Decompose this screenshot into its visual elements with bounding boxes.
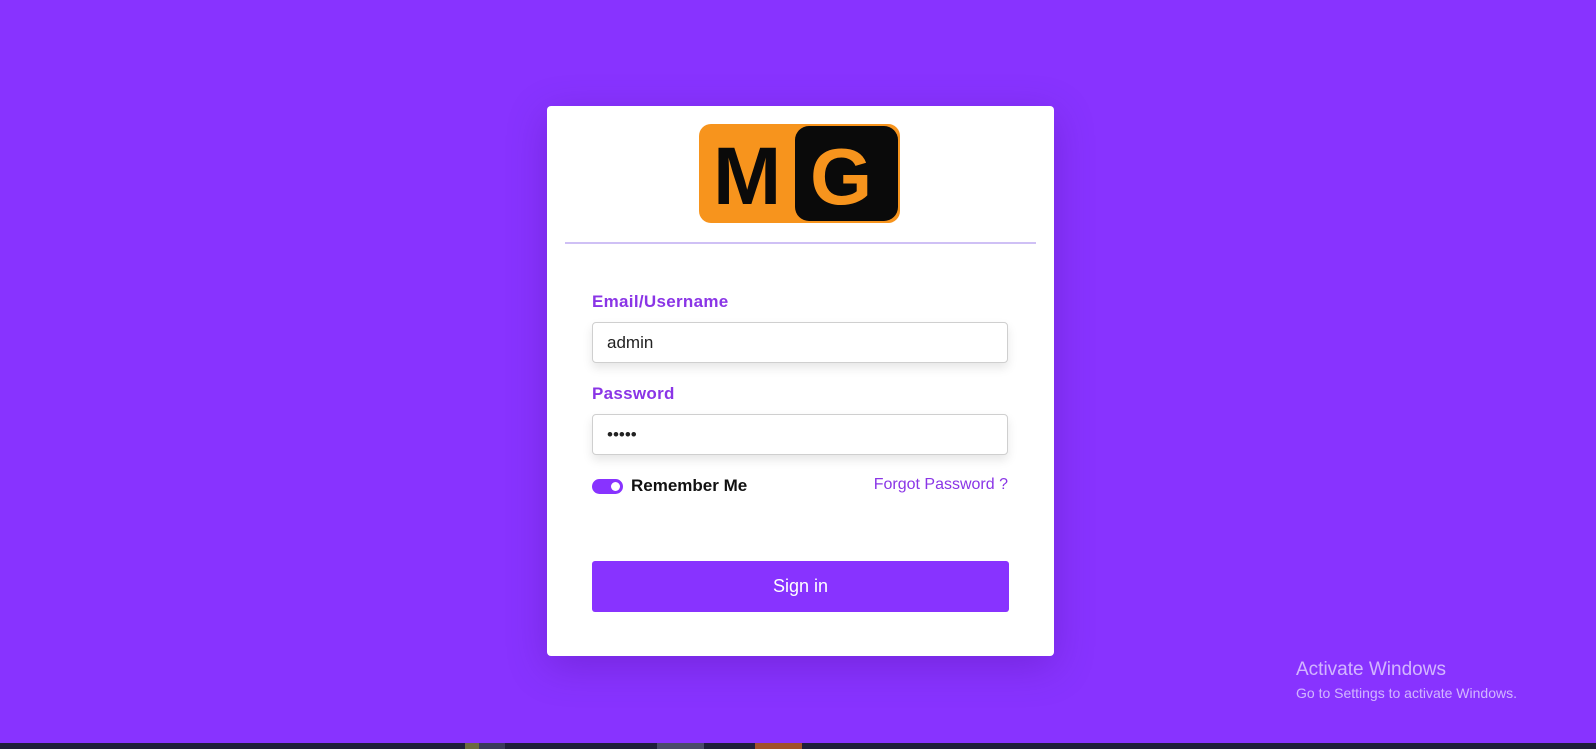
header-divider [565, 242, 1036, 244]
svg-text:G: G [810, 132, 872, 221]
forgot-password-link[interactable]: Forgot Password ? [874, 476, 1008, 494]
email-field[interactable] [592, 322, 1008, 363]
password-label: Password [592, 384, 675, 403]
taskbar [0, 743, 1596, 749]
remember-me-row[interactable]: Remember Me [592, 476, 747, 496]
login-card: M G Email/Username Password Remember Me … [547, 106, 1054, 656]
email-label: Email/Username [592, 292, 729, 311]
svg-text:M: M [713, 131, 781, 222]
remember-me-toggle[interactable] [592, 478, 623, 494]
activate-windows-watermark: Activate Windows Go to Settings to activ… [1296, 659, 1517, 701]
watermark-subtitle: Go to Settings to activate Windows. [1296, 685, 1517, 701]
taskbar-item[interactable] [465, 743, 479, 749]
taskbar-item[interactable] [657, 743, 704, 749]
toggle-knob [611, 481, 620, 491]
watermark-title: Activate Windows [1296, 659, 1446, 680]
sign-in-button[interactable]: Sign in [592, 561, 1009, 612]
password-field[interactable] [592, 414, 1008, 455]
taskbar-item[interactable] [479, 743, 505, 749]
remember-me-label: Remember Me [631, 476, 748, 495]
taskbar-item[interactable] [755, 743, 802, 749]
brand-logo: M G [699, 124, 900, 223]
